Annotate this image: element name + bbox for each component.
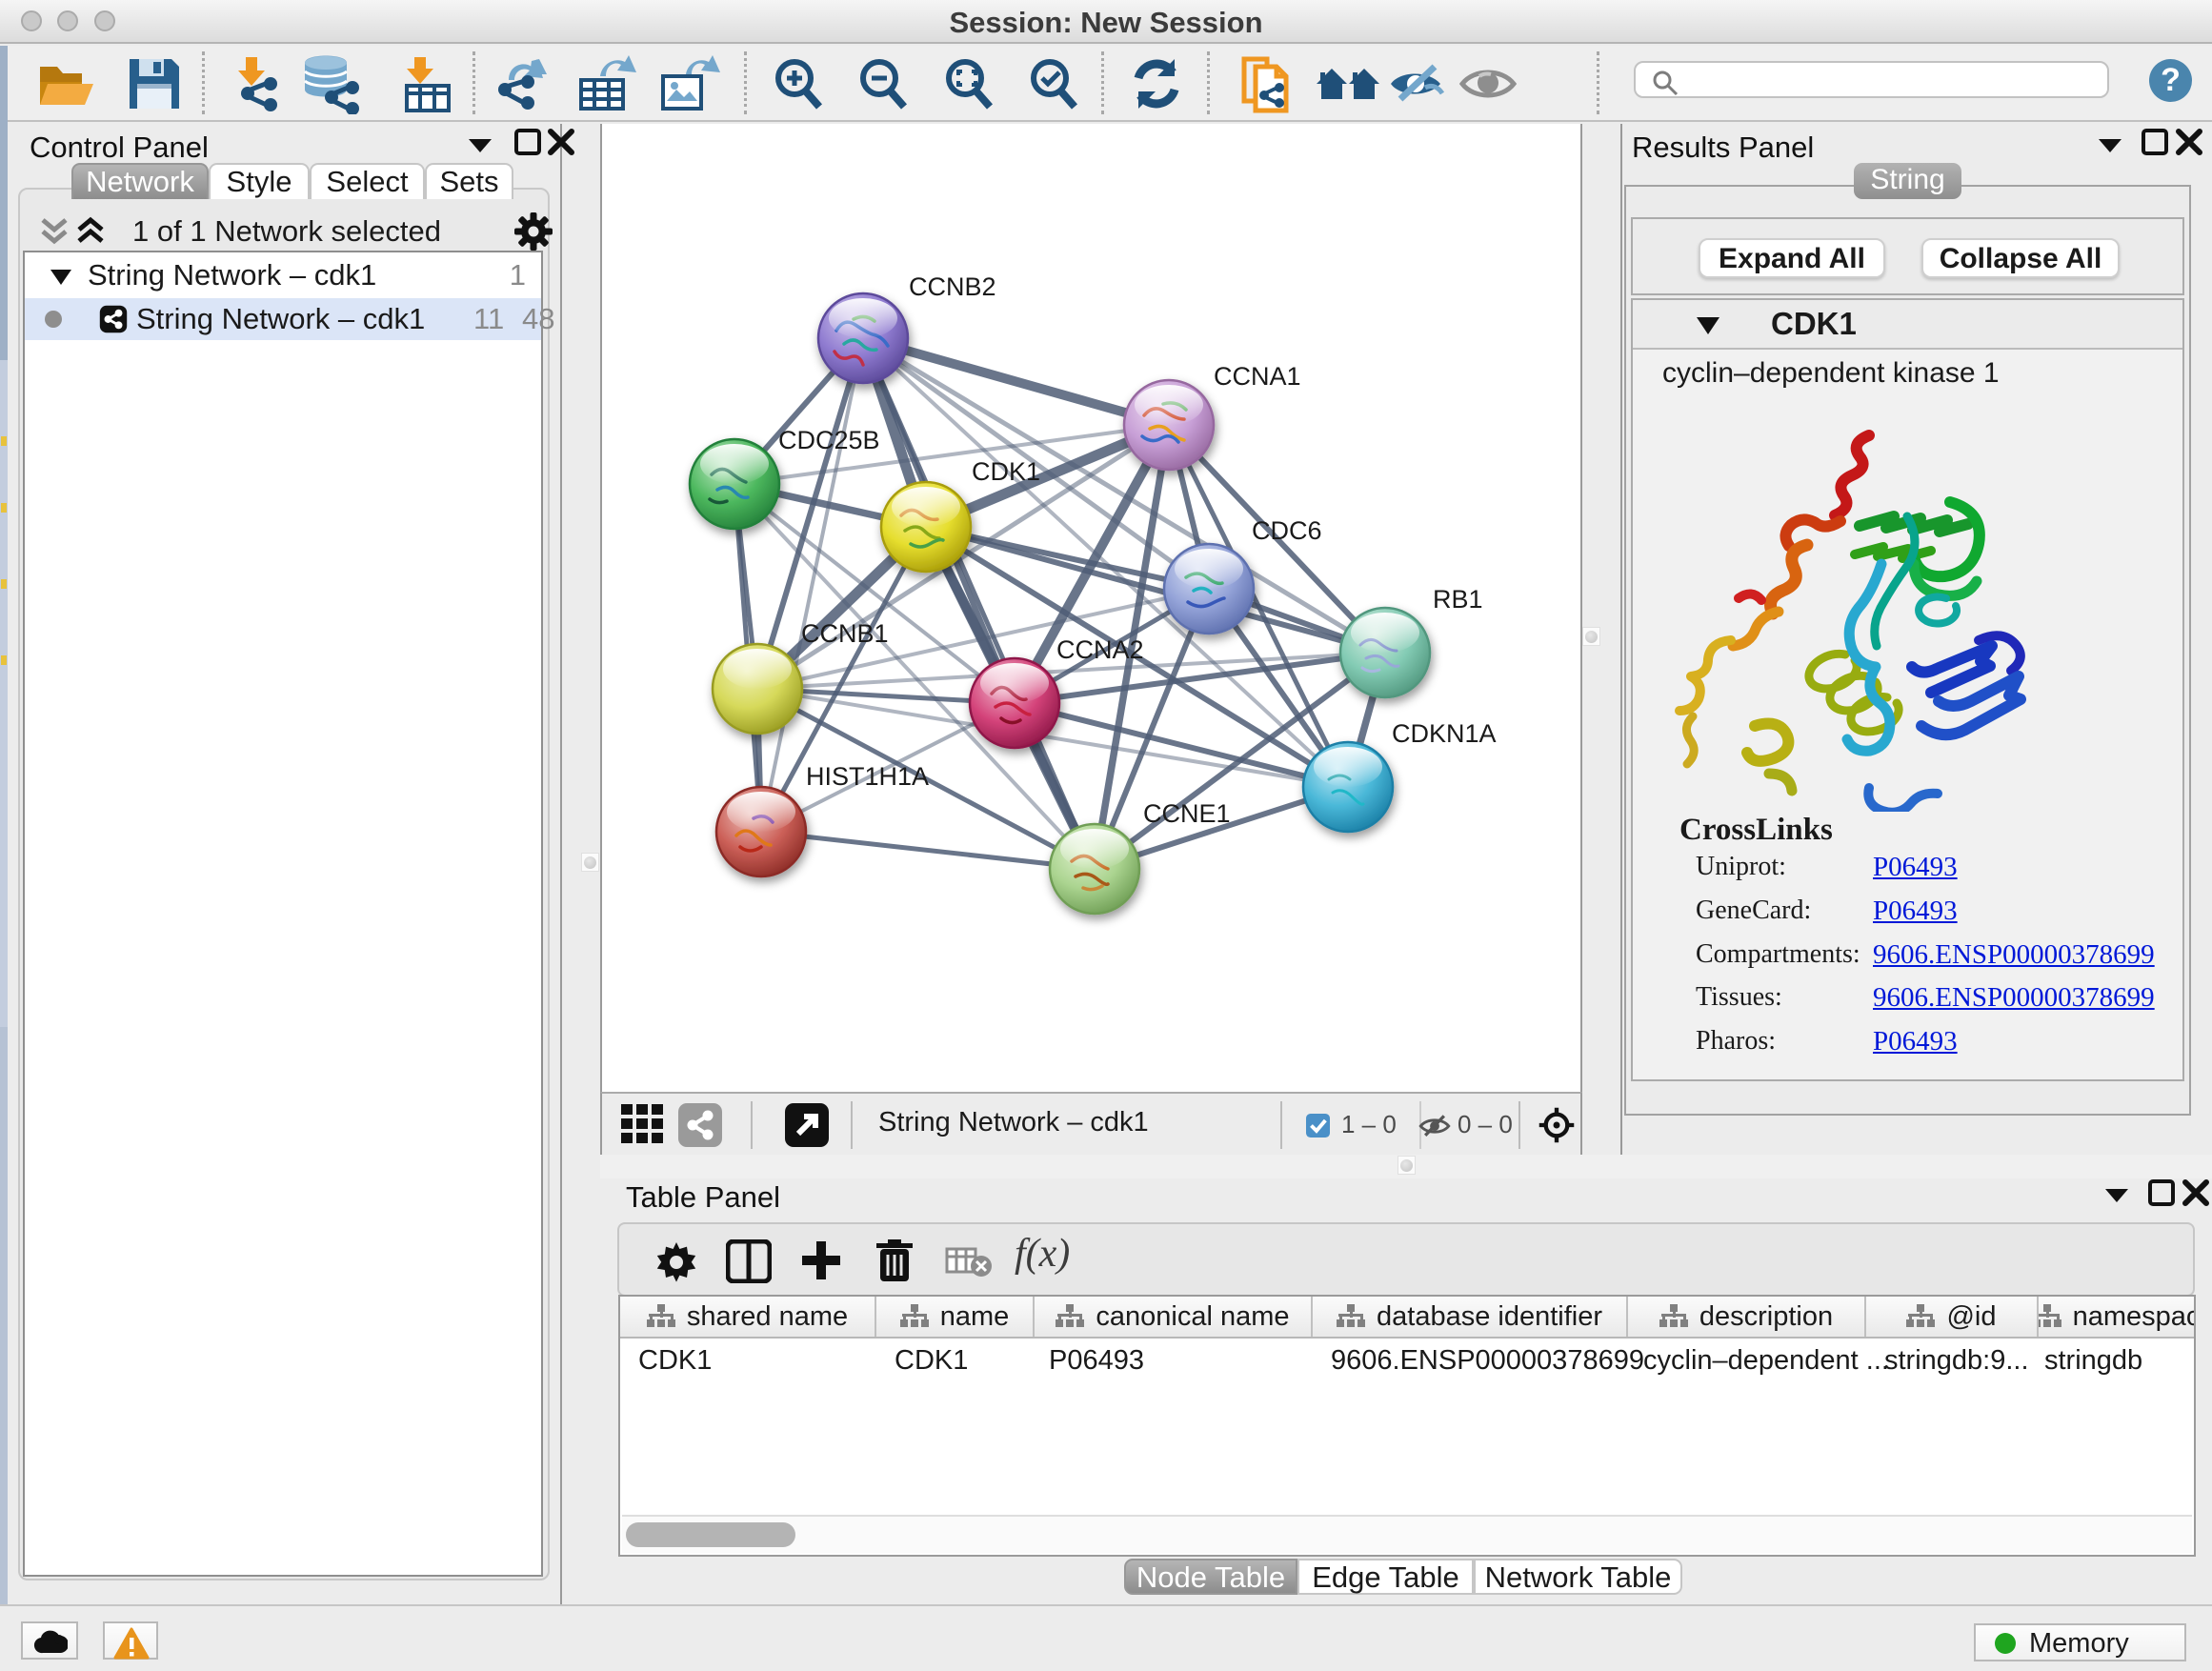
svg-text:CDK1: CDK1 — [972, 457, 1040, 486]
svg-text:CCNE1: CCNE1 — [1143, 799, 1231, 828]
svg-text:CDKN1A: CDKN1A — [1392, 719, 1497, 748]
svg-text:CCNB1: CCNB1 — [801, 619, 889, 648]
svg-text:CCNA2: CCNA2 — [1056, 635, 1144, 664]
svg-text:CDC6: CDC6 — [1252, 516, 1322, 545]
svg-text:CDC25B: CDC25B — [778, 426, 880, 454]
svg-text:RB1: RB1 — [1433, 585, 1483, 614]
svg-text:HIST1H1A: HIST1H1A — [806, 762, 929, 791]
svg-text:CCNA1: CCNA1 — [1214, 362, 1301, 391]
svg-text:CCNB2: CCNB2 — [909, 272, 996, 301]
